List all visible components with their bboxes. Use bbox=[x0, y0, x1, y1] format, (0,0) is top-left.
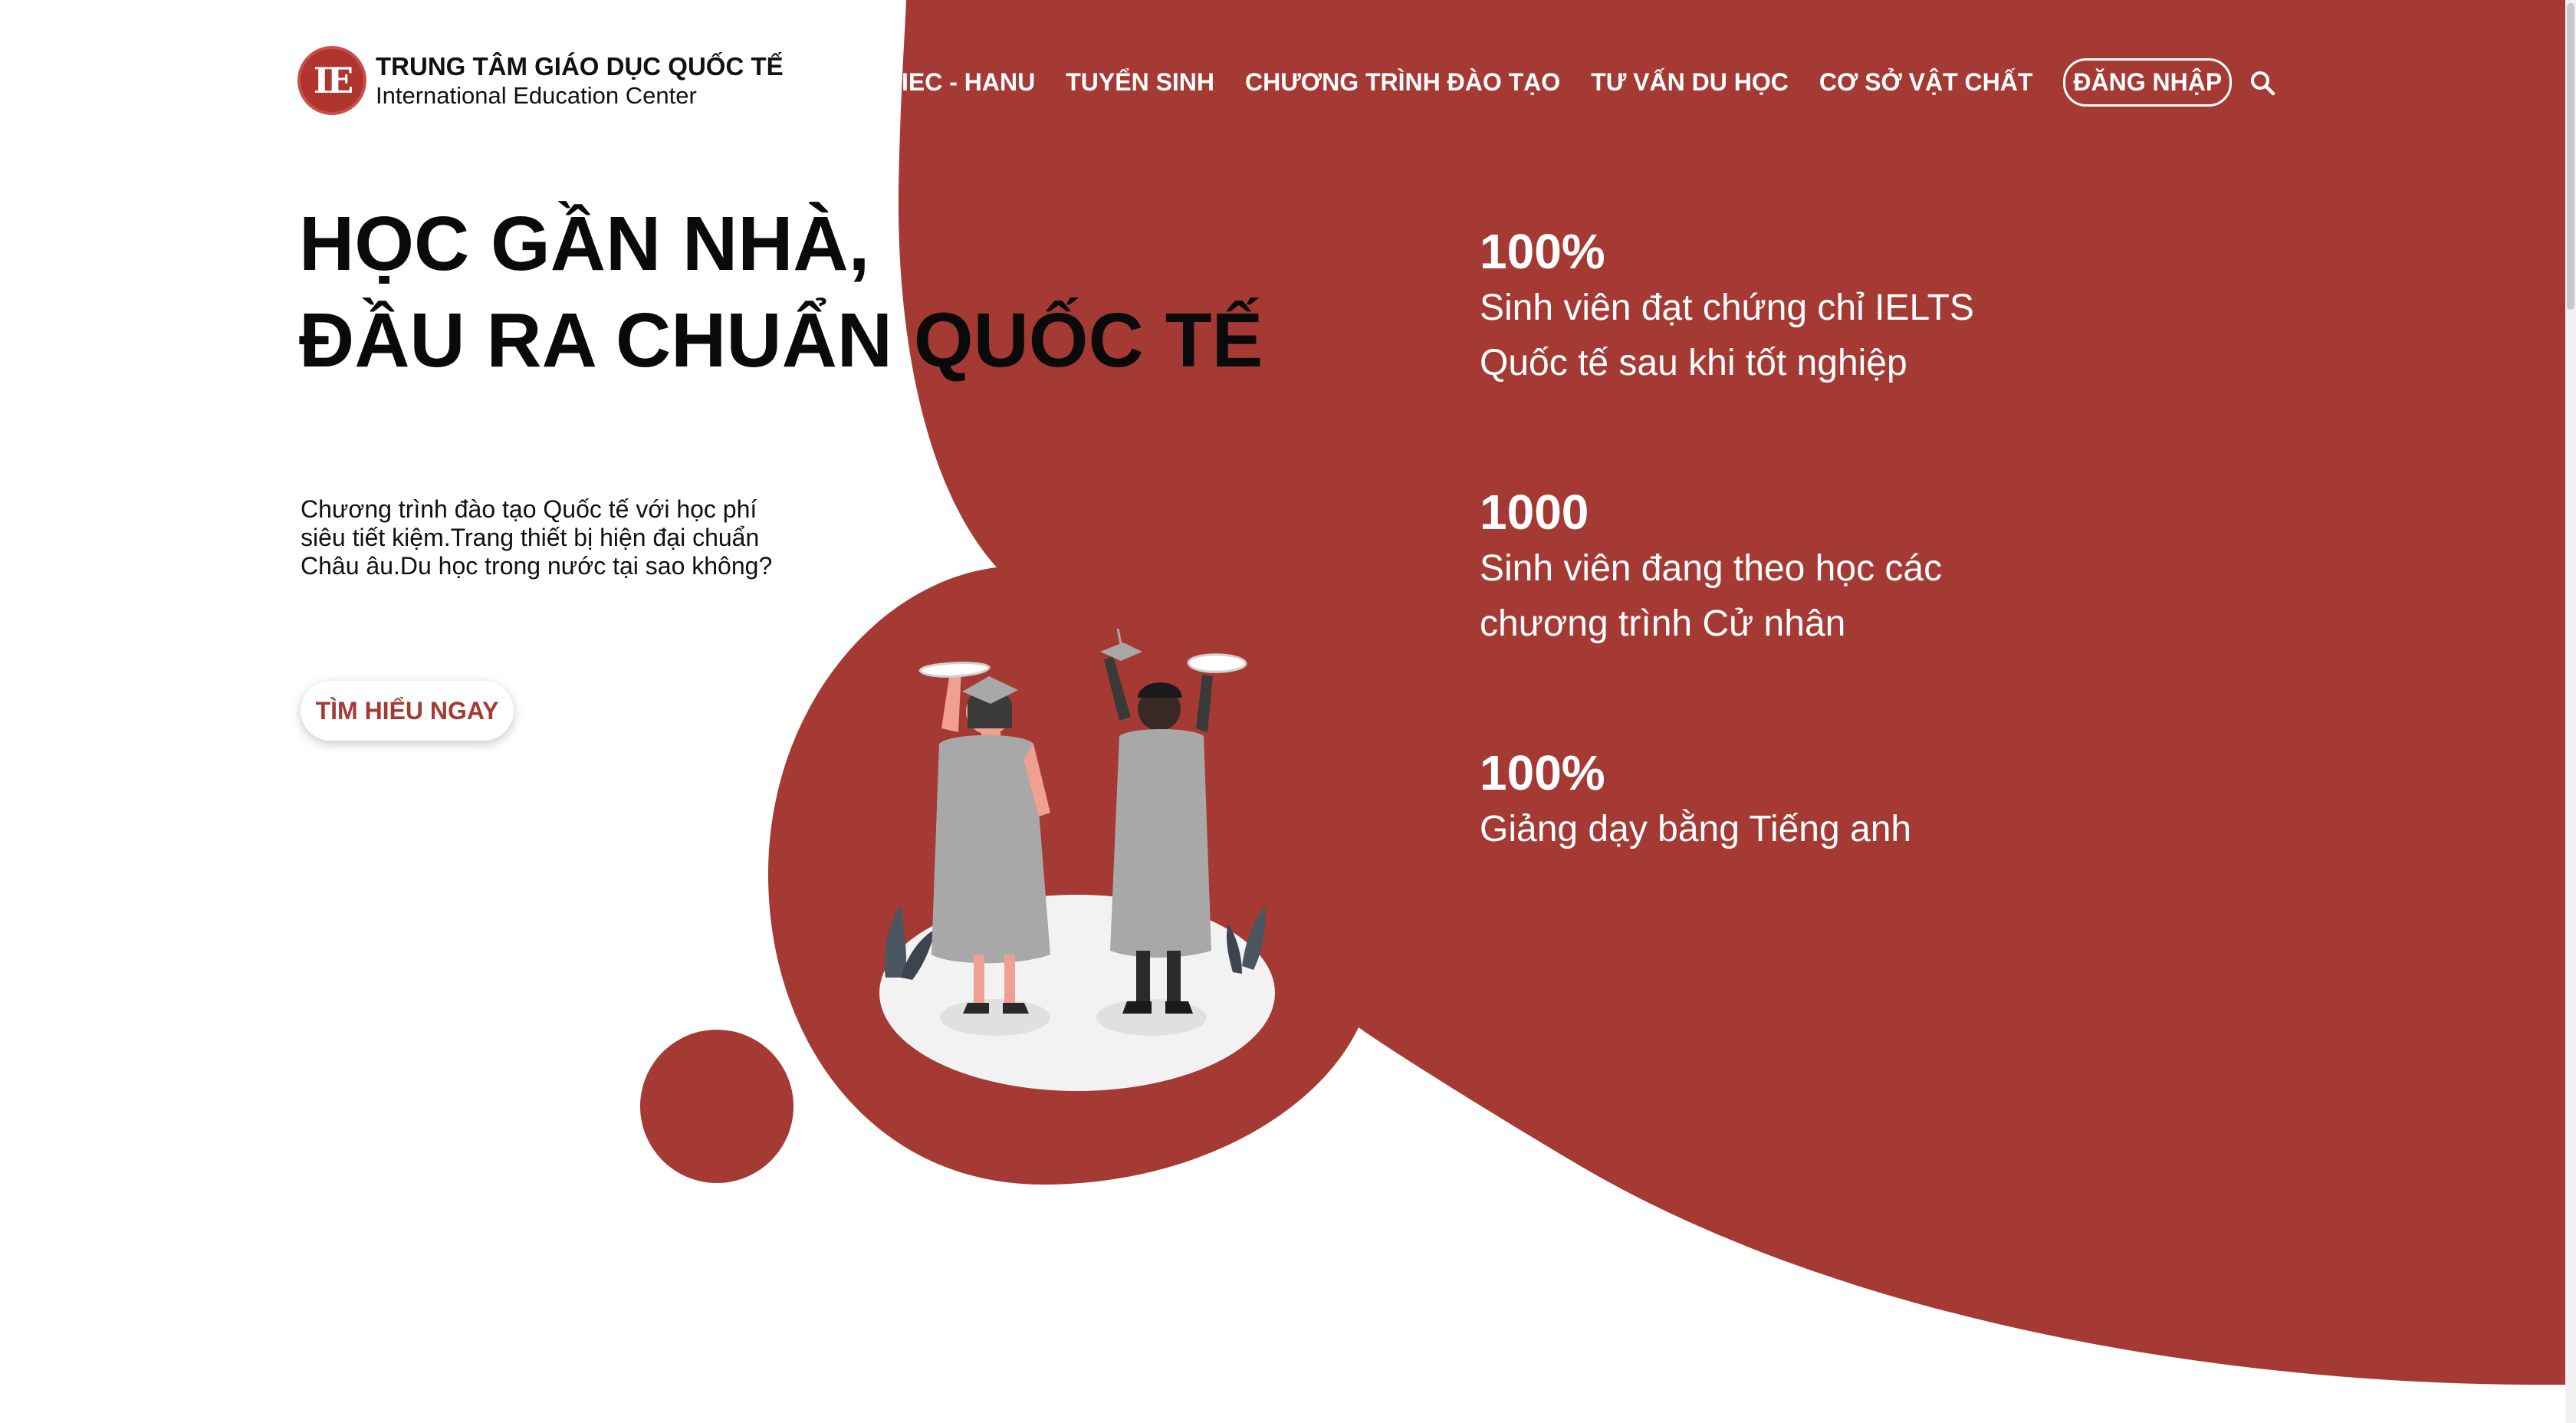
stat-text: Giảng dạy bằng Tiếng anh bbox=[1480, 809, 1912, 850]
nav-item-study-abroad[interactable]: TƯ VẤN DU HỌC bbox=[1591, 68, 1789, 97]
scrollbar[interactable] bbox=[2565, 0, 2576, 1423]
learn-more-button[interactable]: TÌM HIỂU NGAY bbox=[301, 681, 514, 741]
hero-title-line-2: ĐẦU RA CHUẨN QUỐC TẾ bbox=[299, 297, 1263, 383]
stat-value: 100% bbox=[1480, 745, 1605, 800]
logo-mark-icon: IE bbox=[297, 46, 366, 115]
search-icon[interactable] bbox=[2247, 67, 2278, 98]
stat-students: 1000 Sinh viên đang theo học các chương … bbox=[1480, 483, 2170, 652]
logo[interactable]: IE TRUNG TÂM GIÁO DỤC QUỐC TẾ Internatio… bbox=[297, 46, 784, 115]
stat-value: 1000 bbox=[1480, 485, 1589, 540]
stat-text: Sinh viên đạt chứng chỉ IELTS Quốc tế sa… bbox=[1480, 288, 1974, 383]
login-button[interactable]: ĐĂNG NHẬP bbox=[2063, 58, 2233, 107]
page: IE TRUNG TÂM GIÁO DỤC QUỐC TẾ Internatio… bbox=[0, 0, 2576, 1423]
logo-text: TRUNG TÂM GIÁO DỤC QUỐC TẾ International… bbox=[376, 51, 784, 110]
stat-english: 100% Giảng dạy bằng Tiếng anh bbox=[1480, 744, 2170, 857]
nav-item-admissions[interactable]: TUYỂN SINH bbox=[1066, 68, 1214, 97]
graduates-illustration bbox=[879, 629, 1275, 1091]
logo-subtitle: International Education Center bbox=[376, 82, 697, 110]
stat-text: Sinh viên đang theo học các chương trình… bbox=[1480, 548, 1943, 644]
stat-ielts: 100% Sinh viên đạt chứng chỉ IELTS Quốc … bbox=[1480, 222, 2170, 391]
stat-value: 100% bbox=[1480, 224, 1605, 279]
nav-item-facilities[interactable]: CƠ SỞ VẬT CHẤT bbox=[1819, 68, 2033, 97]
logo-title: TRUNG TÂM GIÁO DỤC QUỐC TẾ bbox=[376, 51, 784, 81]
hero-title-line-1: HỌC GẦN NHÀ, bbox=[299, 201, 870, 287]
nav-item-programs[interactable]: CHƯƠNG TRÌNH ĐÀO TẠO bbox=[1245, 68, 1560, 97]
main-nav: IEC - HANU TUYỂN SINH CHƯƠNG TRÌNH ĐÀO T… bbox=[902, 58, 2278, 107]
nav-item-iec-hanu[interactable]: IEC - HANU bbox=[902, 68, 1035, 97]
scrollbar-thumb[interactable] bbox=[2567, 3, 2574, 310]
hero-title: HỌC GẦN NHÀ, ĐẦU RA CHUẨN QUỐC TẾ bbox=[299, 196, 1263, 389]
hero-description: Chương trình đào tạo Quốc tế với học phí… bbox=[301, 495, 773, 580]
